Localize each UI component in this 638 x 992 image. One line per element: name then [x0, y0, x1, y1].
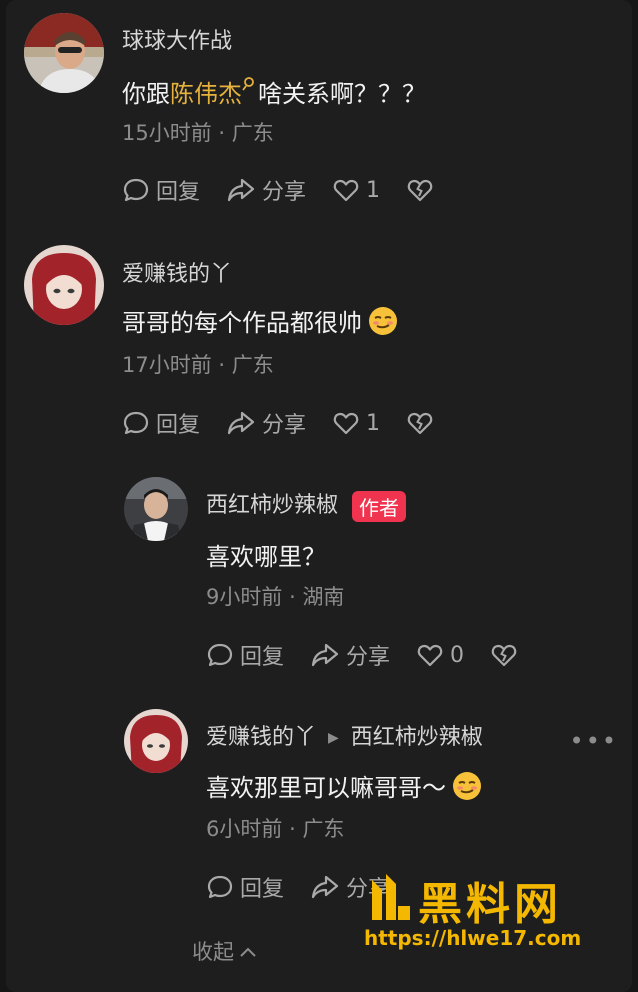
comment-bubble-icon [207, 643, 233, 667]
reply-label: 回复 [156, 180, 201, 205]
broken-heart-icon [491, 644, 517, 667]
timestamp: 15小时前 [122, 121, 212, 145]
meta-separator: · [218, 353, 226, 377]
share-icon [227, 411, 255, 435]
heart-icon [417, 644, 443, 667]
comment-bubble-icon [207, 875, 233, 899]
mention-name: 陈伟杰 [170, 80, 242, 108]
avatar[interactable] [124, 709, 188, 773]
comment-bubble-icon [123, 178, 149, 202]
location: 广东 [231, 353, 274, 377]
share-button[interactable]: 分享 [226, 174, 306, 206]
comment-bubble-icon [123, 411, 149, 435]
smirk-emoji-icon [453, 772, 481, 800]
reply-button[interactable]: 回复 [206, 639, 284, 671]
watermark-url: https://hlwe17.com [364, 926, 582, 950]
reply-to-arrow-icon: ▶ [328, 730, 339, 746]
comment-text-part: 啥关系啊？？？ [258, 80, 426, 108]
username: 西红柿炒辣椒 作者 [206, 487, 407, 522]
meta-separator: · [218, 121, 226, 145]
reply-to-username[interactable]: 西红柿炒辣椒 [351, 725, 483, 750]
dislike-button[interactable] [406, 176, 440, 204]
comment-panel: 球球大作战 你跟陈伟杰 啥关系啊？？？ 15小时前 · 广东 回复 分享 1 爱… [6, 0, 632, 992]
share-label: 分享 [346, 645, 391, 670]
collapse-replies-button[interactable]: 收起 [192, 936, 258, 966]
username[interactable]: 爱赚钱的丫 [122, 256, 232, 288]
location: 广东 [231, 121, 274, 145]
username-link[interactable]: 西红柿炒辣椒 [206, 493, 338, 518]
share-icon [311, 875, 339, 899]
username-link[interactable]: 爱赚钱的丫 [206, 725, 316, 750]
mention-link[interactable]: 陈伟杰 [170, 77, 258, 108]
share-button[interactable]: 分享 [226, 407, 306, 439]
like-count: 1 [366, 410, 381, 436]
collapse-label: 收起 [192, 940, 234, 964]
comment-meta: 9小时前 · 湖南 [206, 581, 344, 611]
dislike-button[interactable] [406, 409, 440, 437]
heart-icon [333, 179, 359, 202]
meta-separator: · [289, 585, 296, 609]
avatar[interactable] [24, 245, 104, 325]
comment-text: 喜欢那里可以嘛哥哥～ [206, 768, 482, 803]
avatar[interactable] [24, 13, 104, 93]
comment-meta: 6小时前 · 广东 [206, 813, 344, 843]
chevron-up-icon [240, 947, 256, 957]
share-icon [311, 643, 339, 667]
broken-heart-icon [407, 412, 433, 435]
comment-meta: 17小时前 · 广东 [122, 349, 274, 379]
comment-actions: 回复 分享 0 [206, 639, 550, 671]
comment-actions: 回复 分享 1 [122, 407, 466, 439]
watermark-logo-icon [372, 874, 410, 920]
like-count: 0 [450, 642, 465, 668]
comment-actions: 回复 分享 1 [122, 174, 466, 206]
comment-text: 喜欢哪里？ [206, 543, 326, 571]
smirk-emoji-icon [369, 307, 397, 335]
like-button[interactable]: 1 [332, 176, 380, 204]
comment-text: 你跟陈伟杰 啥关系啊？？？ [122, 74, 426, 109]
location: 湖南 [302, 585, 345, 609]
watermark-title: 黑料网 [418, 879, 562, 930]
heart-icon [333, 412, 359, 435]
like-button[interactable]: 1 [332, 409, 380, 437]
reply-label: 回复 [240, 877, 285, 902]
share-label: 分享 [262, 413, 307, 438]
reply-label: 回复 [240, 645, 285, 670]
comment-text-part: 哥哥的每个作品都很帅 [122, 309, 362, 337]
watermark: 黑料网 https://hlwe17.com [364, 868, 624, 960]
comment-text-part: 喜欢那里可以嘛哥哥～ [206, 774, 446, 802]
like-button[interactable]: 0 [416, 641, 464, 669]
meta-separator: · [289, 817, 296, 841]
timestamp: 9小时前 [206, 585, 283, 609]
comment-text-part: 你跟 [122, 80, 170, 108]
avatar[interactable] [124, 477, 188, 541]
broken-heart-icon [407, 179, 433, 202]
comment-text: 哥哥的每个作品都很帅 [122, 303, 398, 338]
reply-button[interactable]: 回复 [122, 407, 200, 439]
share-label: 分享 [262, 180, 307, 205]
username[interactable]: 球球大作战 [122, 23, 232, 55]
timestamp: 6小时前 [206, 817, 283, 841]
share-icon [227, 178, 255, 202]
reply-button[interactable]: 回复 [122, 174, 200, 206]
reply-button[interactable]: 回复 [206, 871, 284, 903]
dislike-button[interactable] [490, 641, 524, 669]
search-icon [242, 77, 254, 91]
username: 爱赚钱的丫 ▶ 西红柿炒辣椒 [206, 719, 483, 751]
more-options-icon[interactable]: ••• [570, 727, 618, 755]
location: 广东 [302, 817, 345, 841]
reply-label: 回复 [156, 413, 201, 438]
share-button[interactable]: 分享 [310, 639, 390, 671]
author-badge: 作者 [352, 490, 407, 522]
timestamp: 17小时前 [122, 353, 212, 377]
like-count: 1 [366, 177, 381, 203]
comment-meta: 15小时前 · 广东 [122, 117, 274, 147]
